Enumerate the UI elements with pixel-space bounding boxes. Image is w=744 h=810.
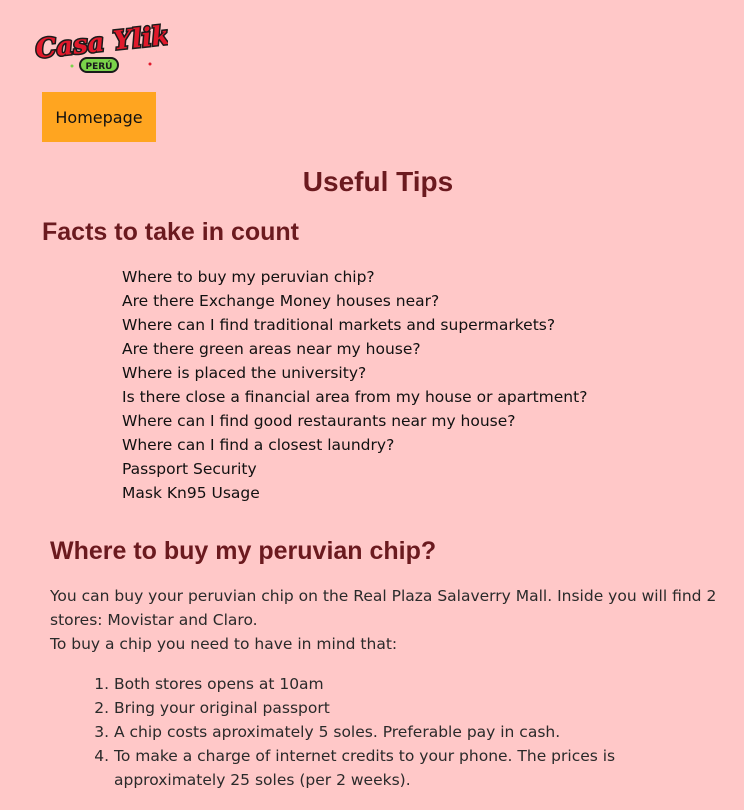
facts-item-exchange[interactable]: Are there Exchange Money houses near? [122, 289, 587, 313]
chip-section-title: Where to buy my peruvian chip? [50, 537, 437, 565]
chip-step: A chip costs aproximately 5 soles. Prefe… [114, 720, 720, 744]
page-title: Useful Tips [302, 166, 454, 197]
facts-list: Where to buy my peruvian chip? Are there… [122, 265, 587, 505]
chip-section-text: You can buy your peruvian chip on the Re… [50, 584, 720, 656]
facts-item-university[interactable]: Where is placed the university? [122, 361, 587, 385]
chip-paragraph-line: To buy a chip you need to have in mind t… [50, 635, 398, 653]
facts-item-markets[interactable]: Where can I find traditional markets and… [122, 313, 587, 337]
site-logo[interactable]: Casa Ylika PERÚ [32, 18, 189, 78]
facts-item-restaurants[interactable]: Where can I find good restaurants near m… [122, 409, 587, 433]
facts-item-passport[interactable]: Passport Security [122, 457, 587, 481]
chip-steps-list: Both stores opens at 10am Bring your ori… [50, 672, 720, 792]
facts-item-mask[interactable]: Mask Kn95 Usage [122, 481, 587, 505]
facts-section-title: Facts to take in count [42, 218, 299, 246]
facts-item-financial-area[interactable]: Is there close a financial area from my … [122, 385, 587, 409]
chip-step: Both stores opens at 10am [114, 672, 720, 696]
chip-step: Bring your original passport [114, 696, 720, 720]
chip-paragraph-line: You can buy your peruvian chip on the Re… [50, 587, 717, 629]
homepage-button[interactable]: Homepage [42, 92, 156, 142]
logo-graphic: Casa Ylika PERÚ [33, 18, 189, 73]
facts-item-chip[interactable]: Where to buy my peruvian chip? [122, 265, 587, 289]
chip-step: To make a charge of internet credits to … [114, 744, 720, 792]
facts-item-green-areas[interactable]: Are there green areas near my house? [122, 337, 587, 361]
logo-subtext: PERÚ [86, 60, 113, 72]
facts-item-laundry[interactable]: Where can I find a closest laundry? [122, 433, 587, 457]
